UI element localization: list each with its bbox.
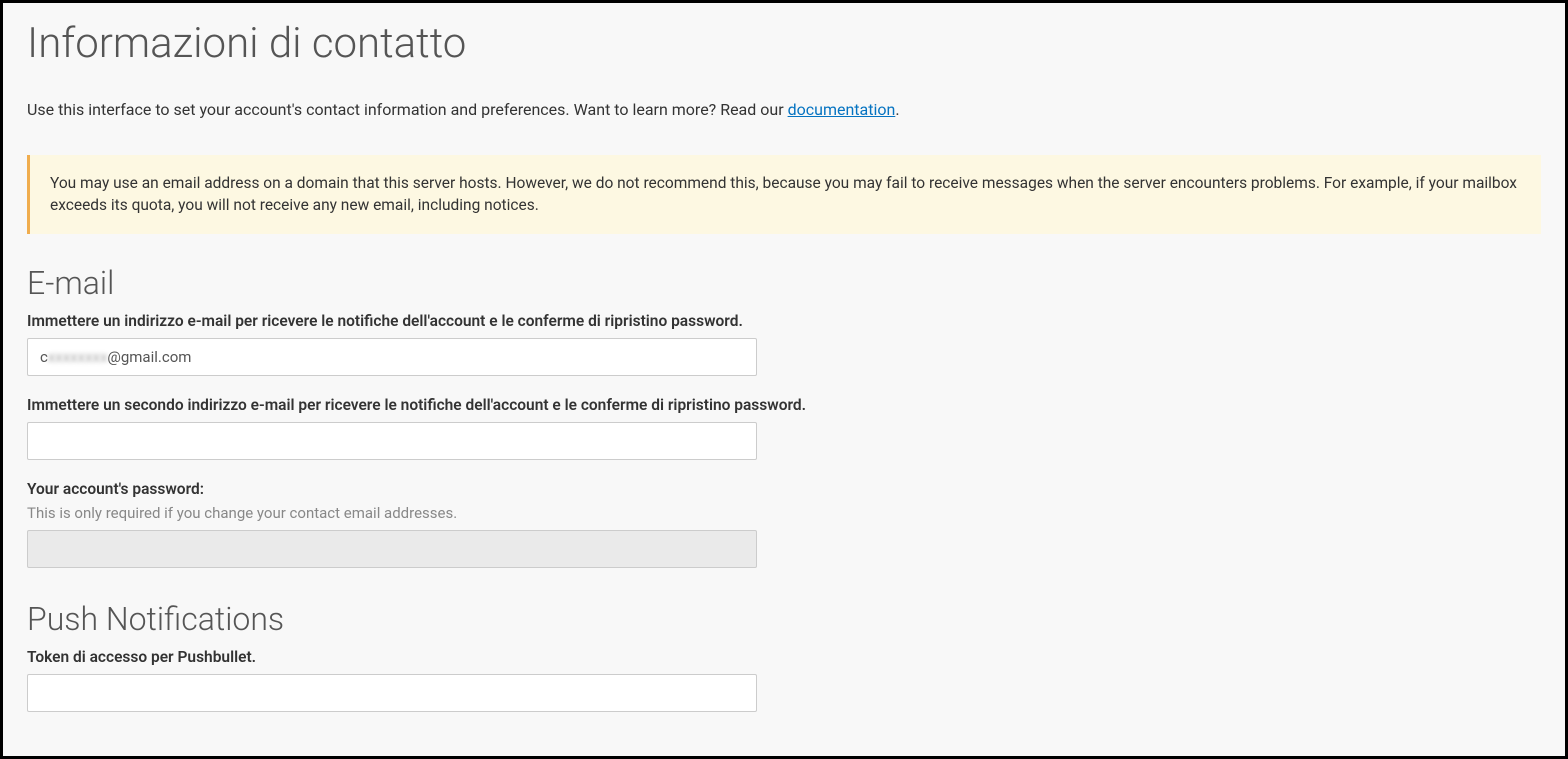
password-input[interactable] bbox=[27, 530, 757, 568]
password-help-text: This is only required if you change your… bbox=[27, 504, 1541, 522]
primary-email-input[interactable]: cxxxxxxxx@gmail.com bbox=[27, 338, 757, 376]
warning-alert: You may use an email address on a domain… bbox=[27, 155, 1541, 234]
email-suffix: @gmail.com bbox=[107, 348, 191, 366]
email-obscured: xxxxxxxx bbox=[48, 348, 108, 366]
pushbullet-token-input[interactable] bbox=[27, 674, 757, 712]
intro-suffix: . bbox=[895, 100, 899, 119]
warning-text: You may use an email address on a domain… bbox=[50, 174, 1517, 214]
email-section-heading: E-mail bbox=[27, 252, 1541, 312]
password-label: Your account's password: bbox=[27, 480, 1541, 498]
documentation-link[interactable]: documentation bbox=[788, 100, 896, 119]
secondary-email-label: Immettere un secondo indirizzo e-mail pe… bbox=[27, 396, 1541, 414]
page-title: Informazioni di contatto bbox=[27, 3, 1541, 76]
intro-text: Use this interface to set your account's… bbox=[27, 76, 1541, 155]
secondary-email-input[interactable] bbox=[27, 422, 757, 460]
pushbullet-token-label: Token di accesso per Pushbullet. bbox=[27, 648, 1541, 666]
push-section-heading: Push Notifications bbox=[27, 588, 1541, 648]
email-prefix: c bbox=[40, 348, 48, 366]
intro-prefix: Use this interface to set your account's… bbox=[27, 100, 788, 119]
primary-email-label: Immettere un indirizzo e-mail per riceve… bbox=[27, 312, 1541, 330]
